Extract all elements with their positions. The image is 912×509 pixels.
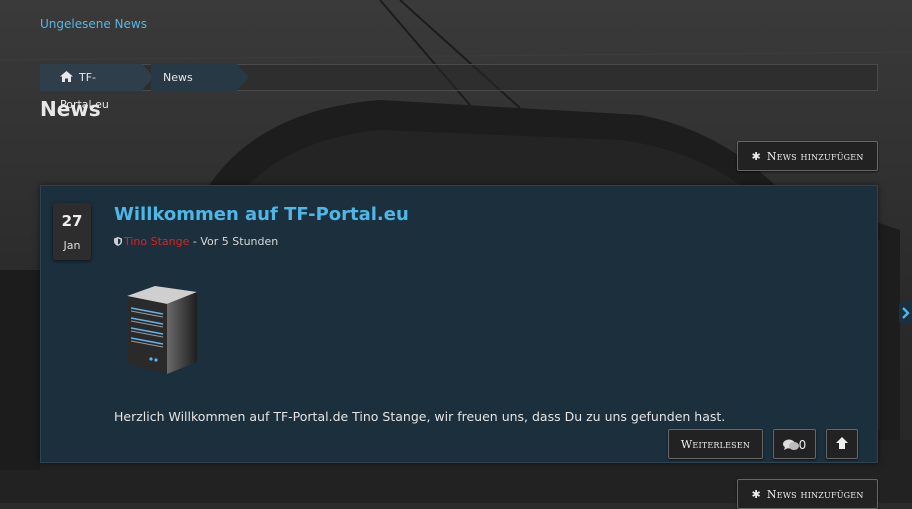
asterisk-icon: ✱ <box>751 488 761 501</box>
chevron-right-icon <box>902 307 910 319</box>
home-icon <box>60 71 73 82</box>
page-title: News <box>40 97 101 121</box>
news-article: 27 Jan Willkommen auf TF-Portal.eu Tino … <box>40 185 878 463</box>
comments-icon <box>782 439 799 450</box>
article-meta: Tino Stange - Vor 5 Stunden <box>114 235 278 248</box>
next-slide-button[interactable] <box>899 302 912 324</box>
breadcrumb-home[interactable]: TF-Portal.eu <box>40 64 154 111</box>
server-image <box>127 286 197 374</box>
date-month: Jan <box>63 239 81 252</box>
asterisk-icon: ✱ <box>751 150 761 163</box>
arrow-up-icon <box>836 437 848 449</box>
add-news-button-bottom[interactable]: ✱ News hinzufügen <box>737 479 878 509</box>
date-badge: 27 Jan <box>53 203 91 260</box>
scroll-top-button[interactable] <box>826 429 858 459</box>
add-news-label: News hinzufügen <box>766 150 864 163</box>
breadcrumb-news-label: News <box>163 71 193 84</box>
breadcrumb-news[interactable]: News <box>151 64 249 91</box>
date-day: 27 <box>61 212 83 230</box>
add-news-button[interactable]: ✱ News hinzufügen <box>737 141 878 171</box>
article-excerpt: Herzlich Willkommen auf TF-Portal.de Tin… <box>114 409 726 424</box>
article-time: - Vor 5 Stunden <box>192 235 279 248</box>
breadcrumb: TF-Portal.eu News <box>40 64 878 111</box>
unread-news-link[interactable]: Ungelesene News <box>40 17 147 31</box>
comments-button[interactable]: 0 <box>773 429 816 459</box>
article-title[interactable]: Willkommen auf TF-Portal.eu <box>114 204 409 225</box>
read-more-button[interactable]: Weiterlesen <box>668 429 763 459</box>
add-news-label: News hinzufügen <box>766 488 864 501</box>
comment-count: 0 <box>798 438 807 452</box>
shield-icon <box>114 237 122 246</box>
author-link[interactable]: Tino Stange <box>124 235 189 248</box>
